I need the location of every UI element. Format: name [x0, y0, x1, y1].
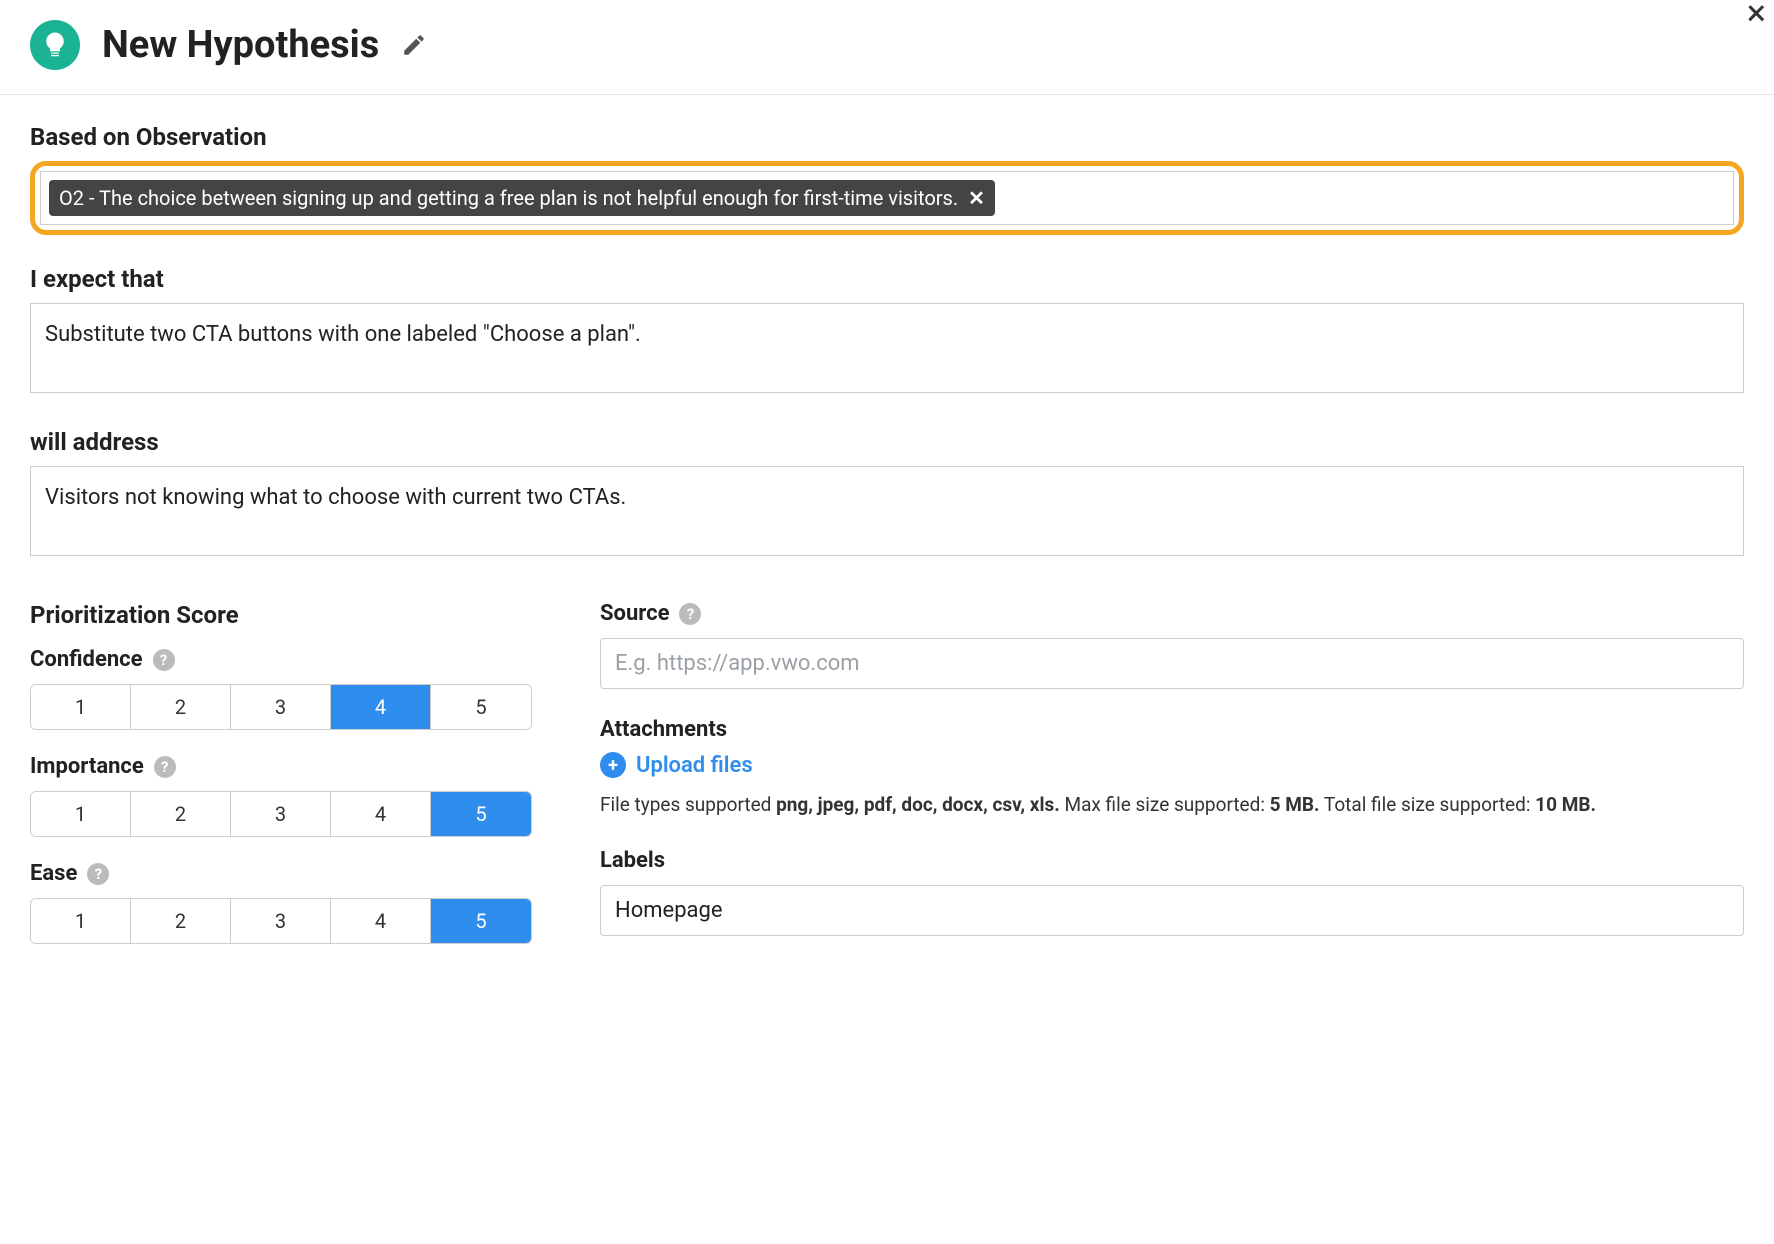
importance-score: 1 2 3 4 5	[30, 791, 532, 837]
upload-files-button[interactable]: + Upload files	[600, 752, 753, 778]
importance-label-text: Importance	[30, 754, 144, 779]
score-option[interactable]: 3	[231, 792, 331, 836]
address-label: will address	[30, 428, 1744, 456]
plus-icon: +	[600, 752, 626, 778]
observation-highlight: O2 - The choice between signing up and g…	[30, 161, 1744, 235]
source-label: Source ?	[600, 601, 1744, 626]
score-option[interactable]: 3	[231, 899, 331, 943]
labels-heading: Labels	[600, 848, 1744, 873]
prioritization-column: Prioritization Score Confidence ? 1 2 3 …	[30, 601, 530, 968]
score-option[interactable]: 1	[31, 792, 131, 836]
file-note-part: Max file size supported:	[1060, 793, 1270, 816]
source-input[interactable]	[600, 638, 1744, 689]
page-title: New Hypothesis	[102, 23, 379, 67]
ease-label: Ease ?	[30, 861, 530, 886]
score-option[interactable]: 5	[431, 685, 531, 729]
expect-label: I expect that	[30, 265, 1744, 293]
confidence-label-text: Confidence	[30, 647, 143, 672]
source-label-text: Source	[600, 601, 669, 626]
importance-label: Importance ?	[30, 754, 530, 779]
confidence-score: 1 2 3 4 5	[30, 684, 532, 730]
form-body: Based on Observation O2 - The choice bet…	[0, 95, 1774, 998]
meta-column: Source ? Attachments + Upload files File…	[600, 601, 1744, 968]
upload-label: Upload files	[636, 753, 753, 778]
file-types-note: File types supported png, jpeg, pdf, doc…	[600, 790, 1744, 820]
score-option[interactable]: 4	[331, 792, 431, 836]
score-option[interactable]: 2	[131, 792, 231, 836]
score-option[interactable]: 2	[131, 899, 231, 943]
file-note-part: File types supported	[600, 793, 776, 816]
file-note-types: png, jpeg, pdf, doc, docx, csv, xls.	[776, 793, 1060, 816]
ease-label-text: Ease	[30, 861, 77, 886]
score-option[interactable]: 5	[431, 792, 531, 836]
help-icon[interactable]: ?	[679, 603, 701, 625]
ease-score: 1 2 3 4 5	[30, 898, 532, 944]
close-icon[interactable]: ×	[1747, 0, 1766, 34]
expect-input[interactable]	[30, 303, 1744, 393]
hypothesis-form: New Hypothesis × Based on Observation O2…	[0, 0, 1774, 998]
score-option[interactable]: 5	[431, 899, 531, 943]
score-option[interactable]: 1	[31, 899, 131, 943]
form-header: New Hypothesis ×	[0, 0, 1774, 95]
labels-input[interactable]	[600, 885, 1744, 936]
score-option[interactable]: 2	[131, 685, 231, 729]
help-icon[interactable]: ?	[87, 863, 109, 885]
observation-chip: O2 - The choice between signing up and g…	[49, 180, 995, 216]
help-icon[interactable]: ?	[154, 756, 176, 778]
file-note-part: Total file size supported:	[1320, 793, 1536, 816]
address-input[interactable]	[30, 466, 1744, 556]
attachments-heading: Attachments	[600, 717, 1744, 742]
score-option[interactable]: 3	[231, 685, 331, 729]
prioritization-heading: Prioritization Score	[30, 601, 530, 629]
score-option[interactable]: 1	[31, 685, 131, 729]
chip-remove-icon[interactable]: ✕	[968, 186, 985, 210]
help-icon[interactable]: ?	[153, 649, 175, 671]
confidence-label: Confidence ?	[30, 647, 530, 672]
file-note-total: 10 MB.	[1535, 793, 1596, 816]
file-note-max: 5 MB.	[1270, 793, 1320, 816]
observation-input[interactable]: O2 - The choice between signing up and g…	[40, 171, 1734, 225]
edit-title-icon[interactable]	[401, 32, 427, 58]
observation-chip-text: O2 - The choice between signing up and g…	[59, 186, 958, 210]
lightbulb-icon	[30, 20, 80, 70]
observation-label: Based on Observation	[30, 123, 1744, 151]
score-option[interactable]: 4	[331, 685, 431, 729]
lower-columns: Prioritization Score Confidence ? 1 2 3 …	[30, 601, 1744, 968]
score-option[interactable]: 4	[331, 899, 431, 943]
